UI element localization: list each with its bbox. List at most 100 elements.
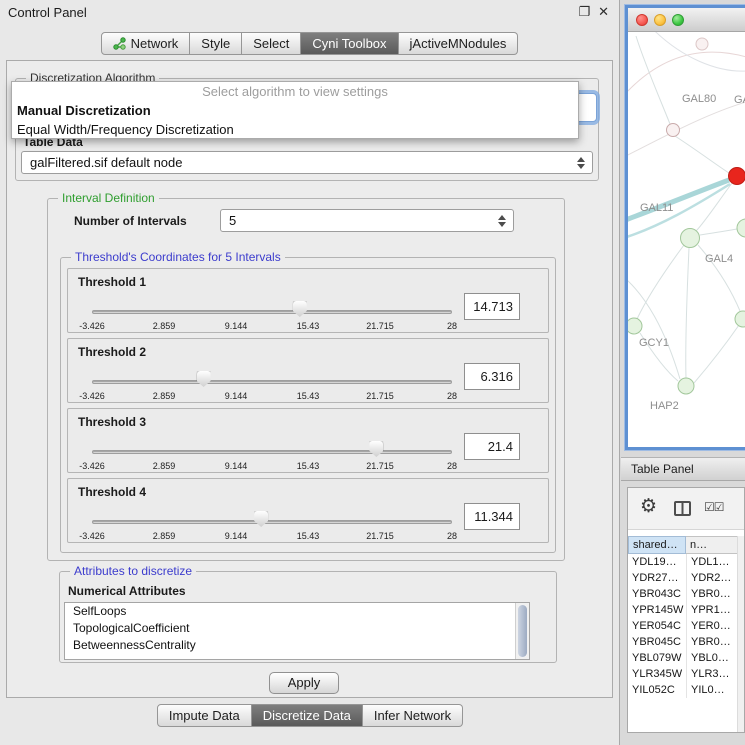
slider-thumb[interactable] xyxy=(293,301,307,317)
numerical-attributes-label: Numerical Attributes xyxy=(68,584,186,598)
table-row[interactable]: YIL052C YIL0… xyxy=(628,682,744,698)
tab-jactivemnodules[interactable]: jActiveMNodules xyxy=(399,32,519,55)
slider-track[interactable] xyxy=(92,520,452,524)
float-window-icon[interactable]: ❐ xyxy=(578,4,590,20)
number-of-intervals-combobox[interactable]: 5 xyxy=(220,209,514,232)
tab-infer-network[interactable]: Infer Network xyxy=(363,704,463,727)
cell-name: YLR3… xyxy=(686,666,744,682)
algorithm-placeholder-option[interactable]: Select algorithm to view settings xyxy=(12,82,578,101)
table-row[interactable]: YDL19… YDL1… xyxy=(628,554,744,570)
attribute-list-item[interactable]: SelfLoops xyxy=(65,603,529,620)
table-toolbar: ⚙ ☑☑ xyxy=(628,488,744,530)
tab-impute-data[interactable]: Impute Data xyxy=(157,704,252,727)
thresholds-group-title: Threshold's Coordinates for 5 Intervals xyxy=(71,250,285,264)
combo-arrows-icon xyxy=(577,157,585,169)
column-header-shared-name[interactable]: shared… xyxy=(628,536,686,554)
threshold-3-slider[interactable]: -3.4262.8599.14415.4321.71528 xyxy=(92,443,452,471)
slider-track[interactable] xyxy=(92,380,452,384)
cell-shared-name: YBR043C xyxy=(628,586,686,602)
cell-shared-name: YDL19… xyxy=(628,554,686,570)
gear-icon[interactable]: ⚙ xyxy=(640,496,657,518)
table-row[interactable]: YPR145W YPR1… xyxy=(628,602,744,618)
tab-style[interactable]: Style xyxy=(190,32,242,55)
threshold-2-slider[interactable]: -3.4262.8599.14415.4321.71528 xyxy=(92,373,452,401)
threshold-3-value-field[interactable]: 21.4 xyxy=(464,433,520,460)
table-row[interactable]: YBR045C YBR0… xyxy=(628,634,744,650)
tick-label: 15.43 xyxy=(297,391,320,401)
tick-label: 15.43 xyxy=(297,321,320,331)
cell-name: YDR2… xyxy=(686,570,744,586)
slider-tick-labels: -3.4262.8599.14415.4321.71528 xyxy=(92,461,452,473)
tick-label: 28 xyxy=(447,531,457,541)
slider-track[interactable] xyxy=(92,310,452,314)
cell-shared-name: YIL052C xyxy=(628,682,686,698)
cell-shared-name: YBL079W xyxy=(628,650,686,666)
tab-cyni-toolbox[interactable]: Cyni Toolbox xyxy=(301,32,398,55)
table-row[interactable]: YLR345W YLR3… xyxy=(628,666,744,682)
algorithm-option-equal-width[interactable]: Equal Width/Frequency Discretization xyxy=(12,120,578,139)
network-node-selected[interactable] xyxy=(729,168,745,185)
cell-name: YBR0… xyxy=(686,586,744,602)
tick-label: 9.144 xyxy=(225,321,248,331)
threshold-1-slider[interactable]: -3.4262.8599.14415.4321.71528 xyxy=(92,303,452,331)
threshold-4-value-field[interactable]: 11.344 xyxy=(464,503,520,530)
table-header-row: shared… n… xyxy=(628,536,744,554)
threshold-4-panel: Threshold 4 -3.4262.8599.14415.4321.7152… xyxy=(67,478,549,543)
network-node-gcy1[interactable] xyxy=(628,318,642,334)
columns-icon[interactable] xyxy=(674,501,691,516)
threshold-1-panel: Threshold 1 -3.4262.8599.14415.4321.7152… xyxy=(67,268,549,333)
tab-select[interactable]: Select xyxy=(242,32,301,55)
minimize-window-icon[interactable] xyxy=(654,14,666,26)
select-columns-checkbox-icon[interactable]: ☑☑ xyxy=(704,500,724,514)
table-panel-titlebar: Table Panel xyxy=(621,457,745,481)
threshold-4-slider[interactable]: -3.4262.8599.14415.4321.71528 xyxy=(92,513,452,541)
network-node[interactable] xyxy=(735,311,745,327)
tab-network[interactable]: Network xyxy=(101,32,191,55)
close-panel-icon[interactable]: ✕ xyxy=(598,4,609,20)
cell-shared-name: YBR045C xyxy=(628,634,686,650)
interval-definition-title: Interval Definition xyxy=(58,191,159,205)
table-row[interactable]: YBR043C YBR0… xyxy=(628,586,744,602)
network-node-gal4[interactable] xyxy=(681,229,700,248)
list-scrollbar-thumb[interactable] xyxy=(518,605,527,657)
attribute-list-item[interactable]: TopologicalCoefficient xyxy=(65,620,529,637)
slider-thumb[interactable] xyxy=(369,441,383,457)
slider-thumb[interactable] xyxy=(197,371,211,387)
attribute-list-item[interactable]: BetweennessCentrality xyxy=(65,637,529,654)
tick-label: 15.43 xyxy=(297,531,320,541)
network-node-gal80[interactable] xyxy=(667,124,680,137)
zoom-window-icon[interactable] xyxy=(672,14,684,26)
threshold-1-value-field[interactable]: 14.713 xyxy=(464,293,520,320)
network-node[interactable] xyxy=(696,38,708,50)
tick-label: 21.715 xyxy=(366,321,394,331)
network-graph: GAL80 GA GAL11 GAL4 GCY1 HAP2 xyxy=(628,32,745,447)
threshold-2-value-field[interactable]: 6.316 xyxy=(464,363,520,390)
node-label-gal11: GAL11 xyxy=(640,202,673,214)
network-canvas[interactable]: GAL80 GA GAL11 GAL4 GCY1 HAP2 xyxy=(628,32,745,447)
cell-name: YIL0… xyxy=(686,682,744,698)
tab-discretize-data[interactable]: Discretize Data xyxy=(252,704,363,727)
numerical-attributes-list[interactable]: SelfLoopsTopologicalCoefficientBetweenne… xyxy=(64,602,530,660)
slider-tick-labels: -3.4262.8599.14415.4321.71528 xyxy=(92,391,452,403)
table-row[interactable]: YER054C YER0… xyxy=(628,618,744,634)
table-scrollbar[interactable] xyxy=(737,536,744,732)
close-window-icon[interactable] xyxy=(636,14,648,26)
table-row[interactable]: YBL079W YBL0… xyxy=(628,650,744,666)
apply-button[interactable]: Apply xyxy=(269,672,339,694)
slider-track[interactable] xyxy=(92,450,452,454)
tick-label: 9.144 xyxy=(225,461,248,471)
table-row[interactable]: YDR27… YDR2… xyxy=(628,570,744,586)
slider-thumb[interactable] xyxy=(254,511,268,527)
tick-label: 2.859 xyxy=(153,321,176,331)
algorithm-option-manual[interactable]: Manual Discretization xyxy=(12,101,578,120)
list-scrollbar[interactable] xyxy=(515,603,529,659)
control-panel: Control Panel ❐ ✕ Network Style Select C… xyxy=(0,0,620,745)
table-data-combobox[interactable]: galFiltered.sif default node xyxy=(21,151,593,174)
cell-name: YPR1… xyxy=(686,602,744,618)
network-node-hap2[interactable] xyxy=(678,378,694,394)
column-header-name[interactable]: n… xyxy=(686,536,744,554)
network-node[interactable] xyxy=(737,219,745,237)
tick-label: 28 xyxy=(447,321,457,331)
cell-shared-name: YPR145W xyxy=(628,602,686,618)
node-label-ga: GA xyxy=(734,94,745,106)
